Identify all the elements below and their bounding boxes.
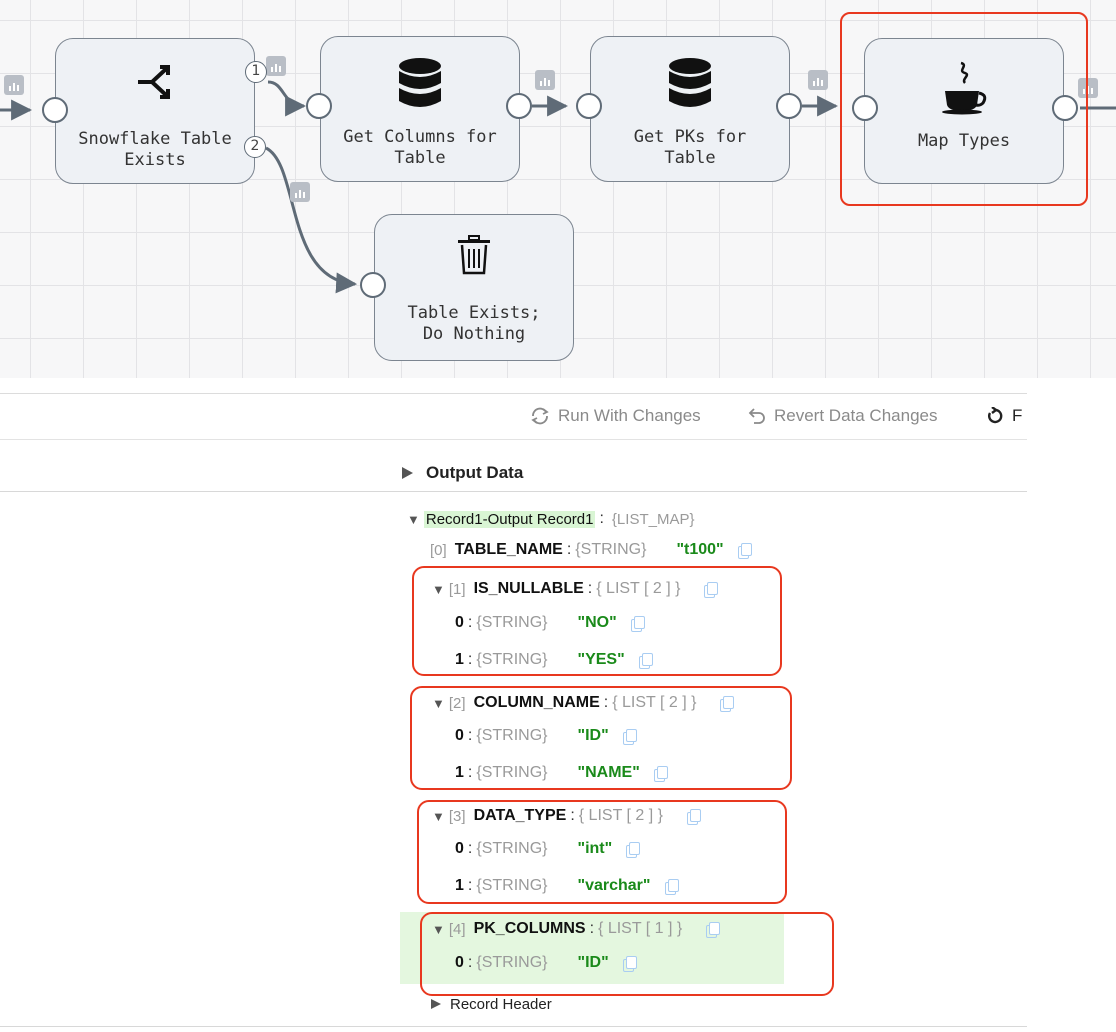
database-icon	[321, 57, 519, 107]
stage-label: Snowflake Table Exists	[78, 129, 232, 170]
metrics-icon[interactable]	[4, 75, 24, 95]
annotation-box-data-type	[417, 800, 787, 904]
output-port-1[interactable]: 1	[245, 61, 267, 83]
refresh-icon	[531, 407, 549, 425]
stage-snowflake-table-exists[interactable]: Snowflake Table Exists	[55, 38, 255, 184]
metrics-icon[interactable]	[290, 182, 310, 202]
run-with-changes-button[interactable]: Run With Changes	[530, 406, 701, 426]
copy-icon[interactable]	[737, 543, 752, 559]
reset-button[interactable]: F	[984, 406, 1022, 426]
stage-get-columns[interactable]: Get Columns for Table	[320, 36, 520, 182]
output-port[interactable]	[506, 93, 532, 119]
record-type: {LIST_MAP}	[611, 510, 695, 528]
annotation-box-is-nullable	[412, 566, 782, 676]
database-icon	[591, 57, 789, 107]
field-value[interactable]: "t100"	[676, 541, 723, 559]
metrics-icon[interactable]	[535, 70, 555, 90]
record-root-row[interactable]: ▼ Record1-Output Record1 : {LIST_MAP}	[407, 505, 694, 533]
field-name: TABLE_NAME	[454, 541, 563, 558]
output-port-2[interactable]: 2	[244, 136, 266, 158]
revert-data-changes-button[interactable]: Revert Data Changes	[746, 406, 937, 426]
collapse-caret-icon[interactable]: ▼	[407, 512, 420, 527]
divider	[0, 1026, 1027, 1027]
field-type: {STRING}	[575, 541, 647, 558]
input-port[interactable]	[306, 93, 332, 119]
run-with-changes-label: Run With Changes	[558, 406, 701, 425]
stage-label: Get Columns for Table	[343, 127, 497, 168]
output-data-header[interactable]: Output Data	[400, 455, 523, 491]
output-port[interactable]	[776, 93, 802, 119]
expand-caret-icon	[402, 467, 413, 479]
stage-label: Table Exists; Do Nothing	[407, 303, 541, 344]
field-index: [0]	[430, 541, 447, 559]
input-port[interactable]	[360, 272, 386, 298]
reset-icon	[988, 407, 1003, 424]
undo-icon	[748, 408, 765, 424]
stage-table-exists[interactable]: Table Exists; Do Nothing	[374, 214, 574, 361]
annotation-box-pk-columns	[420, 912, 834, 996]
revert-data-changes-label: Revert Data Changes	[774, 406, 938, 425]
connector-1-to-get-columns	[267, 80, 307, 117]
divider	[0, 491, 1027, 492]
stage-label: Get PKs for Table	[633, 127, 747, 168]
expand-caret-icon	[431, 999, 441, 1009]
field-row-table-name: [0] TABLE_NAME : {STRING} "t100"	[430, 536, 752, 564]
input-port[interactable]	[42, 97, 68, 123]
metrics-icon[interactable]	[266, 56, 286, 76]
record-header-label: Record Header	[450, 995, 552, 1013]
stream-selector-icon	[56, 59, 254, 109]
trash-icon	[375, 235, 573, 285]
output-data-title: Output Data	[426, 463, 524, 482]
stage-get-pks[interactable]: Get PKs for Table	[590, 36, 790, 182]
record-label: Record1-Output Record1	[423, 510, 596, 528]
annotation-box-column-name	[410, 686, 792, 790]
preview-toolbar: Run With Changes Revert Data Changes F	[0, 393, 1027, 440]
reset-label: F	[1012, 406, 1023, 425]
selected-stage-highlight	[840, 12, 1088, 206]
metrics-icon[interactable]	[808, 70, 828, 90]
input-port[interactable]	[576, 93, 602, 119]
pipeline-canvas[interactable]: Snowflake Table Exists 1 2 Get Columns f…	[0, 0, 1116, 378]
